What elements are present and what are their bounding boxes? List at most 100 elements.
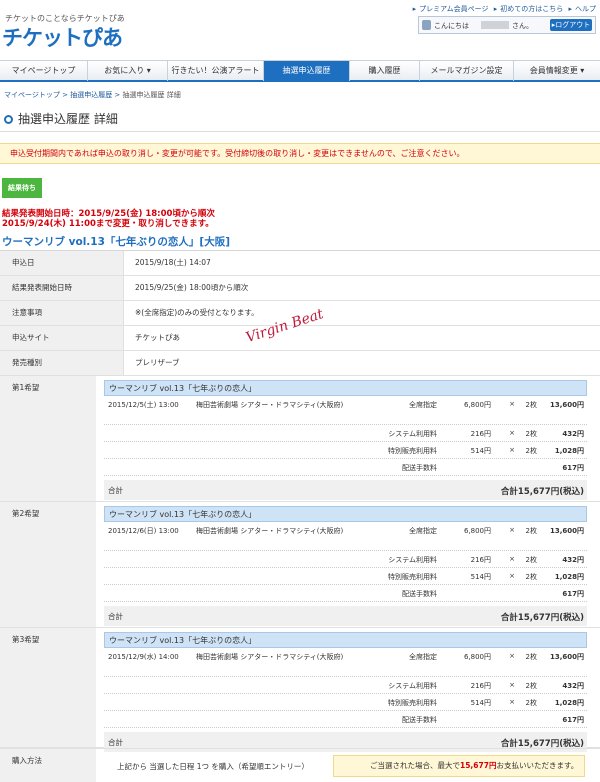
divider bbox=[0, 131, 600, 132]
tab-purchase-history[interactable]: 購入履歴 bbox=[350, 61, 420, 81]
breadcrumb-mypage[interactable]: マイページトップ bbox=[4, 91, 60, 99]
fee-times: × bbox=[509, 681, 515, 689]
wish-label: 第1希望 bbox=[0, 376, 96, 501]
event-title: ウーマンリブ vol.13「七年ぶりの恋人」[大阪] bbox=[2, 236, 231, 248]
info-label: 注意事項 bbox=[0, 301, 124, 325]
page-title: 抽選申込履歴 詳細 bbox=[4, 110, 118, 127]
fee-price: 514円 bbox=[470, 447, 491, 455]
fee-name: システム利用料 bbox=[388, 556, 437, 564]
main-nav: マイページトップ お気に入り ▾ 行きたい！公演アラート 抽選申込履歴 購入履歴… bbox=[0, 60, 600, 82]
ticket-price: 6,800円 bbox=[463, 653, 491, 661]
ticket-amount: 13,600円 bbox=[549, 653, 584, 661]
fee-name: システム利用料 bbox=[388, 430, 437, 438]
fee-qty: 2枚 bbox=[525, 573, 537, 581]
fee-amount: 432円 bbox=[562, 430, 584, 438]
total-label: 合計 bbox=[108, 738, 123, 747]
total-value: 合計15,677円(税込) bbox=[500, 487, 584, 497]
info-label: 発売種別 bbox=[0, 351, 124, 375]
fee-amount: 617円 bbox=[562, 590, 584, 598]
wish-block: 第3希望 ウーマンリブ vol.13「七年ぶりの恋人」 2015/12/9(水)… bbox=[0, 628, 600, 752]
ticket-price: 6,800円 bbox=[463, 401, 491, 409]
fee-row: 配送手数料 617円 bbox=[104, 711, 587, 728]
fee-name: 特別販売利用料 bbox=[388, 699, 437, 707]
fee-amount: 1,028円 bbox=[554, 699, 584, 707]
wish-detail: ウーマンリブ vol.13「七年ぶりの恋人」 2015/12/5(土) 13:0… bbox=[104, 380, 587, 500]
fee-name: 配送手数料 bbox=[402, 716, 437, 724]
fee-amount: 1,028円 bbox=[554, 447, 584, 455]
breadcrumb: マイページトップ > 抽選申込履歴 > 抽選申込履歴 詳細 bbox=[4, 91, 181, 99]
breadcrumb-current: 抽選申込履歴 詳細 bbox=[122, 91, 181, 99]
top-links: ▸ プレミアム会員ページ ▸ 初めての方はこちら ▸ ヘルプ bbox=[410, 4, 596, 14]
wish-total-row: 合計 合計15,677円(税込) bbox=[104, 480, 587, 500]
tab-mail-settings[interactable]: メールマガジン設定 bbox=[420, 61, 514, 81]
notice-banner: 申込受付期間内であれば申込の取り消し・変更が可能です。受付締切後の取り消し・変更… bbox=[0, 143, 600, 164]
fee-amount: 432円 bbox=[562, 682, 584, 690]
info-value: チケットぴあ bbox=[135, 333, 180, 342]
wish-block: 第1希望 ウーマンリブ vol.13「七年ぶりの恋人」 2015/12/5(土)… bbox=[0, 376, 600, 502]
performance-date: 2015/12/9(水) 14:00 bbox=[108, 653, 179, 661]
user-box: こんにちは さん。 ▸ログアウト bbox=[418, 16, 596, 34]
tab-alert[interactable]: 行きたい！公演アラート bbox=[168, 61, 264, 81]
info-value: ※(全席指定)のみの受付となります。 bbox=[135, 308, 259, 317]
tab-mypage-top[interactable]: マイページトップ bbox=[0, 61, 88, 81]
ticket-times: × bbox=[509, 526, 515, 534]
ticket-amount: 13,600円 bbox=[549, 527, 584, 535]
first-time-link[interactable]: ▸ 初めての方はこちら bbox=[494, 5, 564, 13]
fee-row: 特別販売利用料 514円 × 2枚 1,028円 bbox=[104, 442, 587, 459]
ticket-times: × bbox=[509, 652, 515, 660]
breadcrumb-lottery[interactable]: 抽選申込履歴 bbox=[70, 91, 112, 99]
tab-lottery-history[interactable]: 抽選申込履歴 bbox=[264, 61, 350, 81]
fee-qty: 2枚 bbox=[525, 682, 537, 690]
logout-button[interactable]: ▸ログアウト bbox=[550, 19, 592, 31]
fee-price: 216円 bbox=[470, 430, 491, 438]
fee-amount: 1,028円 bbox=[554, 573, 584, 581]
total-label: 合計 bbox=[108, 612, 123, 621]
venue: 梅田芸術劇場 シアター・ドラマシティ(大阪府) bbox=[196, 401, 344, 409]
fee-row: システム利用料 216円 × 2枚 432円 bbox=[104, 425, 587, 442]
fee-times: × bbox=[509, 572, 515, 580]
seat-type: 全席指定 bbox=[409, 653, 437, 661]
venue: 梅田芸術劇場 シアター・ドラマシティ(大阪府) bbox=[196, 527, 344, 535]
performance-title: ウーマンリブ vol.13「七年ぶりの恋人」 bbox=[104, 506, 587, 522]
seat-type: 全席指定 bbox=[409, 527, 437, 535]
fee-qty: 2枚 bbox=[525, 447, 537, 455]
fee-price: 514円 bbox=[470, 699, 491, 707]
wish-label: 第3希望 bbox=[0, 628, 96, 747]
fee-row: 配送手数料 617円 bbox=[104, 459, 587, 476]
fee-price: 216円 bbox=[470, 556, 491, 564]
max-amount: 15,677円 bbox=[460, 761, 497, 770]
greeting-text: こんにちは bbox=[434, 22, 469, 30]
fee-row: 配送手数料 617円 bbox=[104, 585, 587, 602]
ticket-row: 2015/12/9(水) 14:00 梅田芸術劇場 シアター・ドラマシティ(大阪… bbox=[104, 648, 587, 677]
tab-favorites[interactable]: お気に入り ▾ bbox=[88, 61, 168, 81]
fee-times: × bbox=[509, 698, 515, 706]
result-date-line: 結果発表開始日時：2015/9/25(金) 18:00頃から順次 bbox=[2, 209, 215, 219]
info-row: 結果発表開始日時 2015/9/25(金) 18:00頃から順次 bbox=[0, 276, 600, 301]
fee-amount: 432円 bbox=[562, 556, 584, 564]
help-link[interactable]: ▸ ヘルプ bbox=[568, 5, 596, 13]
seat-type: 全席指定 bbox=[409, 401, 437, 409]
wish-block: 第2希望 ウーマンリブ vol.13「七年ぶりの恋人」 2015/12/6(日)… bbox=[0, 502, 600, 628]
username-masked bbox=[481, 21, 509, 29]
fee-row: システム利用料 216円 × 2枚 432円 bbox=[104, 551, 587, 568]
premium-link[interactable]: ▸ プレミアム会員ページ bbox=[413, 5, 489, 13]
site-logo[interactable]: チケットぴあ bbox=[2, 22, 123, 52]
ticket-qty: 2枚 bbox=[525, 653, 537, 661]
fee-amount: 617円 bbox=[562, 464, 584, 472]
venue: 梅田芸術劇場 シアター・ドラマシティ(大阪府) bbox=[196, 653, 344, 661]
performance-date: 2015/12/5(土) 13:00 bbox=[108, 401, 179, 409]
total-label: 合計 bbox=[108, 486, 123, 495]
tab-member-info[interactable]: 会員情報変更 ▾ bbox=[514, 61, 600, 81]
fee-name: 特別販売利用料 bbox=[388, 573, 437, 581]
ticket-qty: 2枚 bbox=[525, 401, 537, 409]
greeting-suffix: さん。 bbox=[512, 22, 533, 30]
fee-times: × bbox=[509, 429, 515, 437]
purchase-method-row: 購入方法 上記から 当選した日程 1つ を購入（希望順エントリー） ご当選された… bbox=[0, 748, 600, 782]
fee-amount: 617円 bbox=[562, 716, 584, 724]
fee-qty: 2枚 bbox=[525, 699, 537, 707]
info-value: 2015/9/18(土) 14:07 bbox=[135, 258, 211, 267]
fee-price: 514円 bbox=[470, 573, 491, 581]
purchase-method-text: 上記から 当選した日程 1つ を購入（希望順エントリー） bbox=[117, 762, 309, 771]
ticket-amount: 13,600円 bbox=[549, 401, 584, 409]
info-row: 申込サイト チケットぴあ bbox=[0, 326, 600, 351]
